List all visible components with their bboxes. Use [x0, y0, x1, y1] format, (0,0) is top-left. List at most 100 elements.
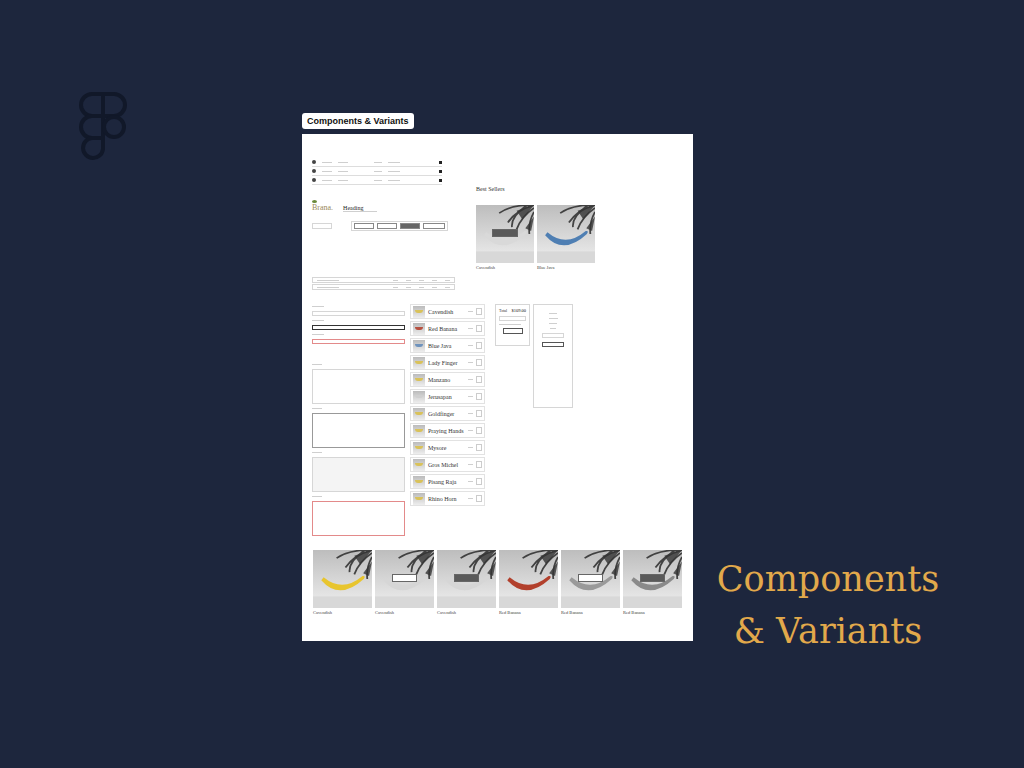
product-card[interactable]: Cavendish	[375, 550, 434, 625]
variant-button[interactable]	[377, 223, 397, 229]
product-list-row[interactable]: Rhino Horn	[410, 491, 485, 506]
text-input[interactable]	[312, 311, 405, 316]
cell	[388, 171, 400, 172]
add-to-cart-overlay[interactable]	[492, 229, 518, 237]
quantity-stepper[interactable]	[476, 410, 482, 417]
product-card[interactable]: Cavendish	[476, 205, 534, 270]
product-name: Red Banana	[428, 326, 465, 332]
product-image[interactable]	[313, 550, 372, 608]
quantity-stepper[interactable]	[476, 376, 482, 383]
cart-rows	[312, 277, 455, 292]
product-list-row[interactable]: Cavendish	[410, 304, 485, 319]
logo-text: Brana.	[312, 203, 333, 212]
note	[499, 324, 521, 325]
product-card[interactable]: Cavendish	[437, 550, 496, 625]
textarea[interactable]	[312, 369, 405, 404]
cell	[419, 280, 424, 281]
brand-group: Brana.Heading	[312, 192, 392, 212]
cell	[374, 180, 382, 181]
cell	[338, 162, 348, 163]
cell	[374, 162, 382, 163]
checkout-button[interactable]	[503, 328, 523, 334]
product-name: Cavendish	[428, 309, 465, 315]
price	[468, 379, 473, 380]
price	[468, 328, 473, 329]
product-image[interactable]	[437, 550, 496, 608]
product-list-row[interactable]: Jerusapan	[410, 389, 485, 404]
product-name: Cavendish	[375, 610, 434, 615]
product-list-row[interactable]: Mysore	[410, 440, 485, 455]
textarea[interactable]	[312, 413, 405, 448]
quantity-stepper[interactable]	[476, 495, 482, 502]
product-list-row[interactable]: Pisang Raja	[410, 474, 485, 489]
quantity-stepper[interactable]	[476, 342, 482, 349]
add-to-cart-overlay[interactable]	[640, 574, 666, 582]
field-label	[312, 334, 324, 335]
action-icon[interactable]	[439, 161, 442, 164]
banana-thumb	[415, 310, 423, 313]
leaf-icon	[312, 200, 317, 203]
quantity-stepper[interactable]	[476, 393, 482, 400]
text-input[interactable]	[312, 325, 405, 330]
menu-item[interactable]	[549, 313, 557, 314]
thumbnail	[413, 476, 425, 488]
product-card[interactable]: Cavendish	[313, 550, 372, 625]
thumbnail	[413, 323, 425, 335]
product-image[interactable]	[537, 205, 595, 263]
quantity-stepper[interactable]	[476, 478, 482, 485]
action-icon[interactable]	[439, 170, 442, 173]
product-image[interactable]	[499, 550, 558, 608]
total-label: Total	[499, 308, 507, 313]
form-fields	[312, 306, 405, 538]
variant-button[interactable]	[400, 223, 420, 229]
text-input[interactable]	[312, 339, 405, 344]
variant-button[interactable]	[423, 223, 445, 229]
figma-frame: Components & VariantsBrana.HeadingBest S…	[302, 110, 693, 641]
total-box: Total$109.00	[495, 304, 530, 346]
add-to-cart-overlay[interactable]	[454, 574, 480, 582]
quantity-stepper[interactable]	[476, 461, 482, 468]
menu-button[interactable]	[542, 333, 564, 338]
thumbnail	[413, 340, 425, 352]
product-list-row[interactable]: Red Banana	[410, 321, 485, 336]
field-label	[312, 306, 324, 307]
action-icon[interactable]	[439, 179, 442, 182]
product-image[interactable]	[375, 550, 434, 608]
product-image[interactable]	[623, 550, 682, 608]
product-card[interactable]: Red Banana	[623, 550, 682, 625]
product-image[interactable]	[561, 550, 620, 608]
product-image[interactable]	[476, 205, 534, 263]
menu-item[interactable]	[549, 323, 557, 324]
product-list-row[interactable]: Blue Java	[410, 338, 485, 353]
product-card[interactable]: Red Banana	[561, 550, 620, 625]
banana-thumb	[415, 446, 423, 449]
shipping-select[interactable]	[499, 316, 526, 321]
product-list-row[interactable]: Lady Finger	[410, 355, 485, 370]
thumbnail	[413, 374, 425, 386]
textarea[interactable]	[312, 457, 405, 492]
product-list-row[interactable]: Goldfinger	[410, 406, 485, 421]
product-name: Pisang Raja	[428, 479, 465, 485]
product-list-row[interactable]: Gros Michel	[410, 457, 485, 472]
variant-button[interactable]	[354, 223, 374, 229]
product-list-row[interactable]: Praying Hands	[410, 423, 485, 438]
menu-item[interactable]	[550, 328, 556, 329]
add-to-cart-overlay[interactable]	[392, 574, 418, 582]
product-card[interactable]: Red Banana	[499, 550, 558, 625]
product-list-row[interactable]: Manzano	[410, 372, 485, 387]
cell	[393, 287, 398, 288]
price	[468, 430, 473, 431]
quantity-stepper[interactable]	[476, 325, 482, 332]
product-name: Cavendish	[437, 610, 496, 615]
quantity-stepper[interactable]	[476, 444, 482, 451]
small-button[interactable]	[312, 223, 332, 229]
quantity-stepper[interactable]	[476, 359, 482, 366]
menu-item[interactable]	[549, 318, 558, 319]
quantity-stepper[interactable]	[476, 308, 482, 315]
textarea[interactable]	[312, 501, 405, 536]
best-sellers: Best SellersCavendishBlue Java	[476, 186, 606, 276]
add-to-cart-overlay[interactable]	[578, 574, 604, 582]
product-card[interactable]: Blue Java	[537, 205, 595, 270]
menu-button[interactable]	[542, 342, 564, 347]
quantity-stepper[interactable]	[476, 427, 482, 434]
